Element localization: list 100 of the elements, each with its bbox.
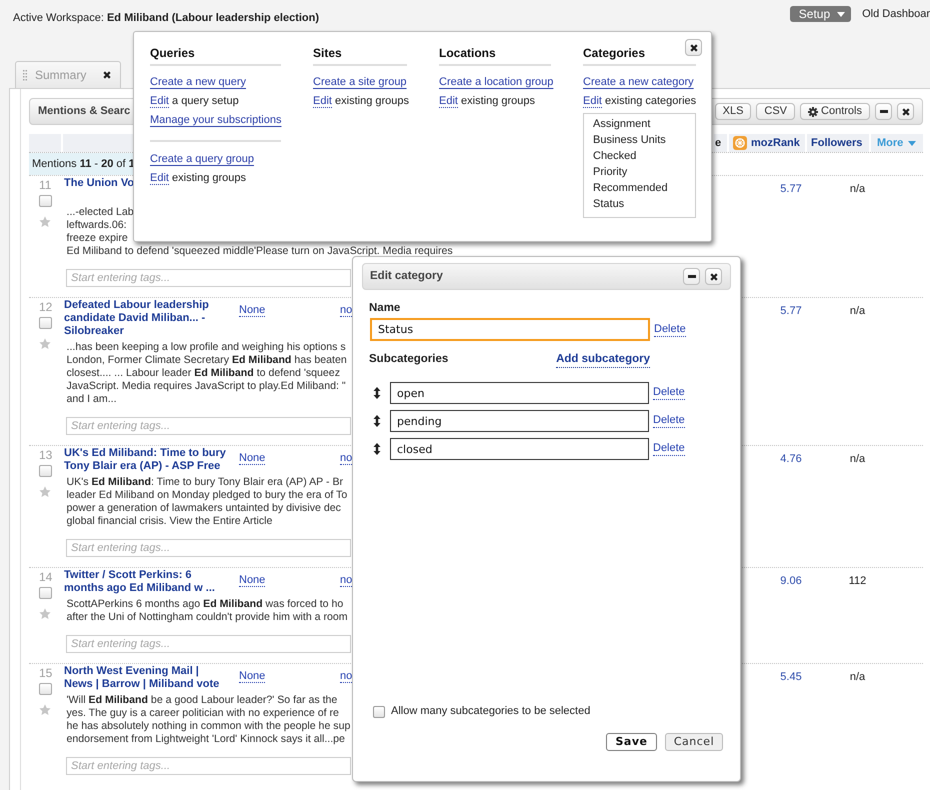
close-button[interactable] xyxy=(685,39,702,56)
row-checkbox[interactable] xyxy=(39,683,52,695)
menu-link[interactable]: Create a site group xyxy=(313,76,407,88)
sort-arrows-icon[interactable] xyxy=(373,387,381,399)
name-field[interactable]: Status xyxy=(370,318,650,341)
row-number: 13 xyxy=(39,449,54,462)
value-link[interactable]: None xyxy=(239,304,266,317)
tags-input[interactable]: Start entering tags... xyxy=(66,539,351,557)
menu-text: Edit existing groups xyxy=(313,95,410,108)
caret-icon xyxy=(908,140,916,146)
value-link[interactable]: None xyxy=(239,452,266,465)
edit-link[interactable]: Edit xyxy=(150,95,169,108)
row-number: 11 xyxy=(39,179,52,192)
wheel-icon xyxy=(733,136,747,150)
edit-link[interactable]: Edit xyxy=(439,95,458,108)
delete-link[interactable]: Delete xyxy=(653,414,685,428)
menu-text: Edit existing groups xyxy=(150,172,246,185)
row-checkbox[interactable] xyxy=(39,587,52,599)
followers-value: n/a xyxy=(850,671,866,683)
row-checkbox[interactable] xyxy=(39,195,52,207)
category-link[interactable]: Business Units xyxy=(593,134,666,146)
value-link[interactable]: None xyxy=(239,670,266,683)
close-icon xyxy=(710,272,718,280)
menu-link[interactable]: Create a new query xyxy=(150,76,246,88)
toolbar-button[interactable]: Controls xyxy=(800,103,870,120)
edit-link[interactable]: Edit xyxy=(313,95,332,108)
row-number: 15 xyxy=(39,667,54,680)
close-button[interactable] xyxy=(705,268,722,285)
mention-title-link[interactable]: Defeated Labour leadership candidate David Miliban... - Silobreaker xyxy=(63,299,228,338)
value-link[interactable]: None xyxy=(239,574,266,587)
tags-input[interactable]: Start entering tags... xyxy=(66,635,351,653)
menu-link[interactable]: Create a new category xyxy=(583,76,694,88)
column-header[interactable]: e xyxy=(714,134,727,152)
category-link[interactable]: Recommended xyxy=(593,182,668,194)
add-subcategory-link[interactable]: Add subcategory xyxy=(556,352,650,368)
close-icon[interactable] xyxy=(103,71,111,79)
field-label: Name xyxy=(369,301,400,316)
category-link[interactable]: Assignment xyxy=(593,118,650,130)
star-icon[interactable] xyxy=(39,608,51,620)
grip-icon[interactable] xyxy=(23,70,27,80)
subcategory-field[interactable]: closed xyxy=(390,438,649,460)
subcategory-field[interactable]: open xyxy=(390,382,649,404)
followers-value: n/a xyxy=(850,453,866,465)
star-icon[interactable] xyxy=(39,338,51,350)
tags-input[interactable]: Start entering tags... xyxy=(66,757,351,775)
sort-arrows-icon[interactable] xyxy=(373,443,381,455)
close-button[interactable] xyxy=(897,103,914,120)
setup-button[interactable]: Setup xyxy=(790,6,852,22)
mozrank-value[interactable]: 5.77 xyxy=(780,305,802,317)
close-icon xyxy=(902,108,910,116)
category-link[interactable]: Status xyxy=(593,198,624,210)
category-link[interactable]: Priority xyxy=(593,166,628,178)
tags-input[interactable]: Start entering tags... xyxy=(66,417,351,435)
field-label: Subcategories xyxy=(369,352,448,367)
checkbox[interactable] xyxy=(373,706,385,718)
minimize-icon xyxy=(880,110,888,113)
edit-link[interactable]: Edit xyxy=(583,95,602,108)
star-icon[interactable] xyxy=(39,216,51,228)
menu-link[interactable]: Manage your subscriptions xyxy=(150,114,282,126)
save-button[interactable]: Save xyxy=(606,733,657,751)
menu-text: Edit existing categories xyxy=(583,95,696,108)
row-checkbox[interactable] xyxy=(39,317,52,329)
minimize-icon xyxy=(688,275,696,278)
star-icon[interactable] xyxy=(39,704,51,716)
menu-link[interactable]: Create a query group xyxy=(150,153,254,165)
mention-title-link[interactable]: UK's Ed Miliband: Time to bury Tony Blair era (AP) - ASP Free xyxy=(63,447,228,473)
category-link[interactable]: Checked xyxy=(593,150,636,162)
column-header[interactable]: mozRank xyxy=(729,134,805,152)
row-number: 14 xyxy=(39,571,54,584)
mozrank-value[interactable]: 5.77 xyxy=(780,183,802,195)
column-header[interactable]: Followers xyxy=(807,134,869,152)
delete-link[interactable]: Delete xyxy=(653,386,685,400)
mention-title-link[interactable]: Twitter / Scott Perkins: 6 months ago Ed Miliband w ... xyxy=(63,569,228,595)
row-number: 12 xyxy=(39,301,54,314)
subcategory-field[interactable]: pending xyxy=(390,410,649,432)
delete-link[interactable]: Delete xyxy=(654,322,686,336)
checkbox-label[interactable]: Allow many subcategories to be selected xyxy=(391,705,590,718)
mention-title-link[interactable]: North West Evening Mail | News | Barrow | Miliband vote xyxy=(63,665,228,691)
toolbar-button[interactable]: CSV xyxy=(756,103,796,120)
cancel-button[interactable]: Cancel xyxy=(665,733,723,751)
tags-input[interactable]: Start entering tags... xyxy=(66,269,351,287)
mozrank-value[interactable]: 4.76 xyxy=(780,453,802,465)
snippet-text: ...has been keeping a low profile and weighing his options s London, Former Climate Secretary Ed Miliband has beaten closest.... ... Labour leader Ed Miliband to defend 'squeez JavaScript. Media requires JavaScript to play.Ed Miliband: " and I am... xyxy=(66,341,347,406)
edit-link[interactable]: Edit xyxy=(150,172,169,185)
menu-link[interactable]: Create a location group xyxy=(439,76,554,88)
close-icon xyxy=(690,44,698,52)
old-dashboard-link[interactable]: Old Dashboar xyxy=(862,8,930,20)
sort-arrows-icon[interactable] xyxy=(373,415,381,427)
minimize-button[interactable] xyxy=(683,268,700,285)
mozrank-value[interactable]: 9.06 xyxy=(780,575,802,587)
menu-heading: Locations xyxy=(439,45,551,66)
toolbar-button[interactable]: XLS xyxy=(714,103,752,120)
mozrank-value[interactable]: 5.45 xyxy=(780,671,802,683)
panel-title: Mentions & Searc xyxy=(38,105,130,118)
minimize-button[interactable] xyxy=(875,103,892,120)
column-header xyxy=(63,134,133,152)
star-icon[interactable] xyxy=(39,486,51,498)
row-checkbox[interactable] xyxy=(39,465,52,477)
delete-link[interactable]: Delete xyxy=(653,442,685,456)
menu-heading: Sites xyxy=(313,45,407,66)
